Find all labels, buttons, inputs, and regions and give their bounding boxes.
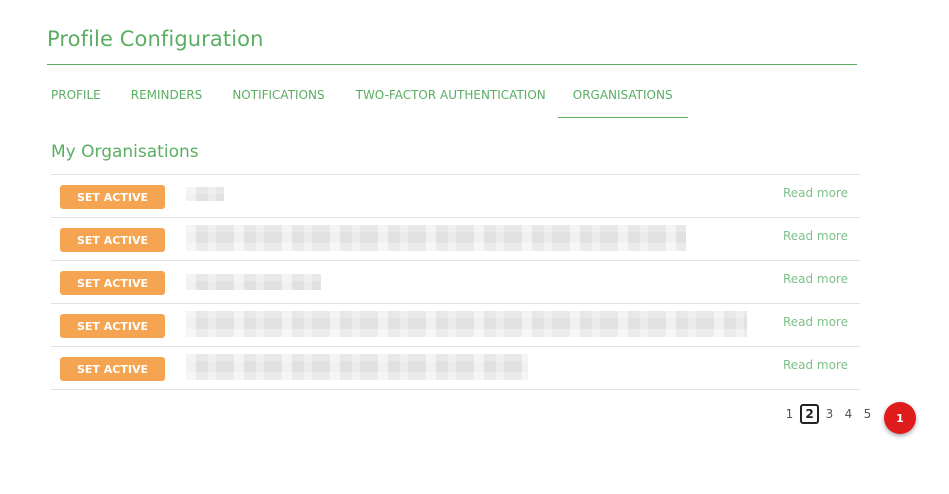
- organisation-list: SET ACTIVE Read more SET ACTIVE Read mor…: [51, 174, 860, 390]
- organisation-row: SET ACTIVE Read more: [51, 261, 860, 304]
- organisation-row: SET ACTIVE Read more: [51, 304, 860, 347]
- tab-label: ORGANISATIONS: [572, 87, 673, 102]
- organisation-name-redacted: [186, 187, 224, 201]
- tab-label: PROFILE: [51, 88, 101, 102]
- tab-reminders[interactable]: REMINDERS: [127, 72, 207, 118]
- read-more-link[interactable]: Read more: [783, 272, 848, 286]
- tab-label: TWO-FACTOR AUTHENTICATION: [355, 88, 546, 102]
- set-active-button[interactable]: SET ACTIVE: [60, 271, 165, 295]
- page-link-3[interactable]: 3: [820, 404, 839, 424]
- read-more-link[interactable]: Read more: [783, 229, 848, 243]
- set-active-button[interactable]: SET ACTIVE: [60, 357, 165, 381]
- organisation-row: SET ACTIVE Read more: [51, 218, 860, 261]
- tab-label: REMINDERS: [130, 88, 203, 102]
- organisation-row: SET ACTIVE Read more: [51, 347, 860, 390]
- organisation-name-redacted: [186, 225, 686, 251]
- page-link-4[interactable]: 4: [839, 404, 858, 424]
- page-link-5[interactable]: 5: [858, 404, 877, 424]
- organisation-name-redacted: [186, 311, 747, 337]
- read-more-link[interactable]: Read more: [783, 315, 848, 329]
- read-more-link[interactable]: Read more: [783, 358, 848, 372]
- pagination: 1 2 3 4 5: [780, 404, 877, 424]
- tab-notifications[interactable]: NOTIFICATIONS: [228, 72, 328, 118]
- tab-organisations[interactable]: ORGANISATIONS: [557, 72, 688, 118]
- set-active-button[interactable]: SET ACTIVE: [60, 314, 165, 338]
- title-divider: [47, 64, 857, 65]
- tab-two-factor-authentication[interactable]: TWO-FACTOR AUTHENTICATION: [352, 72, 550, 118]
- page-link-1[interactable]: 1: [780, 404, 799, 424]
- page-title: Profile Configuration: [47, 27, 264, 51]
- section-title: My Organisations: [51, 142, 199, 162]
- notification-badge[interactable]: 1: [884, 402, 916, 434]
- organisation-name-redacted: [186, 354, 528, 380]
- set-active-button[interactable]: SET ACTIVE: [60, 228, 165, 252]
- tab-label: NOTIFICATIONS: [232, 88, 325, 102]
- set-active-button[interactable]: SET ACTIVE: [60, 185, 165, 209]
- read-more-link[interactable]: Read more: [783, 186, 848, 200]
- profile-tabs: PROFILE REMINDERS NOTIFICATIONS TWO-FACT…: [47, 72, 688, 118]
- page-link-2-current[interactable]: 2: [800, 404, 819, 424]
- organisation-name-redacted: [186, 274, 321, 290]
- tab-profile[interactable]: PROFILE: [47, 72, 105, 118]
- profile-configuration-page: Profile Configuration PROFILE REMINDERS …: [0, 0, 949, 494]
- organisation-row: SET ACTIVE Read more: [51, 175, 860, 218]
